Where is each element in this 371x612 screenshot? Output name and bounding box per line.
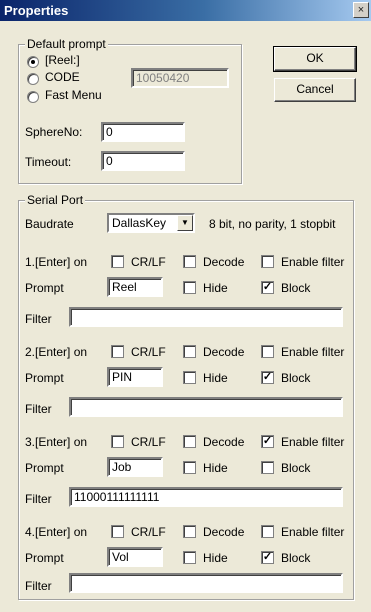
serial-port-legend: Serial Port	[25, 193, 86, 207]
entry-3-prompt-label: Prompt	[25, 461, 64, 475]
entry-1-block-label: Block	[281, 281, 311, 295]
entry-1-filter-label: Filter	[25, 312, 52, 326]
entry-2-block-label: Block	[281, 371, 311, 385]
entry-1-decode-checkbox[interactable]	[183, 255, 196, 268]
sphereno-label: SphereNo:	[25, 125, 83, 139]
title-bar: Properties ×	[0, 0, 371, 21]
entry-2-enter-label: 2.[Enter] on	[25, 345, 88, 359]
timeout-label: Timeout:	[25, 155, 72, 169]
entry-4-decode-checkbox[interactable]	[183, 525, 196, 538]
entry-4-enable-filter-checkbox[interactable]	[261, 525, 274, 538]
default-prompt-group: Default prompt [Reel:] CODE 10050420 Fas…	[18, 37, 242, 184]
entry-4-crlf-checkbox[interactable]	[111, 525, 124, 538]
entry-4-enter-label: 4.[Enter] on	[25, 525, 88, 539]
radio-code[interactable]	[27, 73, 39, 85]
radio-reel-label: [Reel:]	[45, 53, 80, 67]
entry-3-crlf-checkbox[interactable]	[111, 435, 124, 448]
entry-3-filter-field[interactable]: 11000111111111	[69, 487, 343, 507]
entry-2-prompt-field[interactable]: PIN	[107, 367, 163, 387]
entry-2-decode-label: Decode	[203, 345, 245, 359]
entry-2-block-checkbox[interactable]: ✓	[261, 371, 274, 384]
entry-4-crlf-label: CR/LF	[131, 525, 166, 539]
entry-1-filter-field[interactable]	[69, 307, 343, 327]
entry-2-crlf-checkbox[interactable]	[111, 345, 124, 358]
entry-3-block-label: Block	[281, 461, 311, 475]
entry-1-decode-label: Decode	[203, 255, 245, 269]
entry-4-prompt-label: Prompt	[25, 551, 64, 565]
entry-4-decode-label: Decode	[203, 525, 245, 539]
entry-1-prompt-field[interactable]: Reel	[107, 277, 163, 297]
entry-1-hide-checkbox[interactable]	[183, 281, 196, 294]
entry-1-block-checkbox[interactable]: ✓	[261, 281, 274, 294]
entry-2-filter-field[interactable]	[69, 397, 343, 417]
entry-1-crlf-checkbox[interactable]	[111, 255, 124, 268]
entry-3-hide-label: Hide	[203, 461, 228, 475]
entry-4-filter-field[interactable]	[69, 573, 343, 593]
baudrate-info: 8 bit, no parity, 1 stopbit	[209, 217, 336, 231]
entry-1-enable-filter-label: Enable filter	[281, 255, 345, 269]
entry-1-hide-label: Hide	[203, 281, 228, 295]
entry-1-enable-filter-checkbox[interactable]	[261, 255, 274, 268]
entry-4-hide-label: Hide	[203, 551, 228, 565]
radio-fast-menu-label: Fast Menu	[45, 88, 102, 102]
entry-2-hide-checkbox[interactable]	[183, 371, 196, 384]
radio-fast-menu[interactable]	[27, 91, 39, 103]
entry-3-decode-label: Decode	[203, 435, 245, 449]
cancel-button[interactable]: Cancel	[274, 78, 356, 102]
entry-4-block-label: Block	[281, 551, 311, 565]
entry-2-decode-checkbox[interactable]	[183, 345, 196, 358]
radio-code-label: CODE	[45, 70, 80, 84]
entry-1-enter-label: 1.[Enter] on	[25, 255, 88, 269]
entry-2-enable-filter-label: Enable filter	[281, 345, 345, 359]
serial-port-group: Serial Port Baudrate DallasKey ▼ 8 bit, …	[18, 193, 354, 600]
entry-1-prompt-label: Prompt	[25, 281, 64, 295]
close-icon[interactable]: ×	[353, 2, 369, 18]
entry-3-filter-label: Filter	[25, 492, 52, 506]
entry-4-prompt-field[interactable]: Vol	[107, 547, 163, 567]
entry-3-prompt-field[interactable]: Job	[107, 457, 163, 477]
ok-button[interactable]: OK	[273, 46, 357, 72]
entry-4-block-checkbox[interactable]: ✓	[261, 551, 274, 564]
entry-2-hide-label: Hide	[203, 371, 228, 385]
window-title: Properties	[4, 3, 69, 18]
entry-4-enable-filter-label: Enable filter	[281, 525, 345, 539]
entry-3-decode-checkbox[interactable]	[183, 435, 196, 448]
code-field: 10050420	[131, 68, 229, 88]
baudrate-value: DallasKey	[112, 216, 167, 230]
entry-2-crlf-label: CR/LF	[131, 345, 166, 359]
sphereno-field[interactable]: 0	[101, 122, 185, 142]
entry-2-enable-filter-checkbox[interactable]	[261, 345, 274, 358]
entry-2-prompt-label: Prompt	[25, 371, 64, 385]
entry-3-hide-checkbox[interactable]	[183, 461, 196, 474]
entry-3-enter-label: 3.[Enter] on	[25, 435, 88, 449]
entry-3-crlf-label: CR/LF	[131, 435, 166, 449]
entry-3-enable-filter-checkbox[interactable]: ✓	[261, 435, 274, 448]
entry-3-enable-filter-label: Enable filter	[281, 435, 345, 449]
entry-4-filter-label: Filter	[25, 579, 52, 593]
baudrate-select[interactable]: DallasKey ▼	[107, 213, 195, 233]
radio-reel[interactable]	[27, 56, 39, 68]
baudrate-label: Baudrate	[25, 217, 74, 231]
entry-2-filter-label: Filter	[25, 402, 52, 416]
entry-1-crlf-label: CR/LF	[131, 255, 166, 269]
default-prompt-legend: Default prompt	[25, 37, 108, 51]
timeout-field[interactable]: 0	[101, 151, 185, 171]
entry-4-hide-checkbox[interactable]	[183, 551, 196, 564]
chevron-down-icon[interactable]: ▼	[177, 215, 193, 231]
entry-3-block-checkbox[interactable]	[261, 461, 274, 474]
